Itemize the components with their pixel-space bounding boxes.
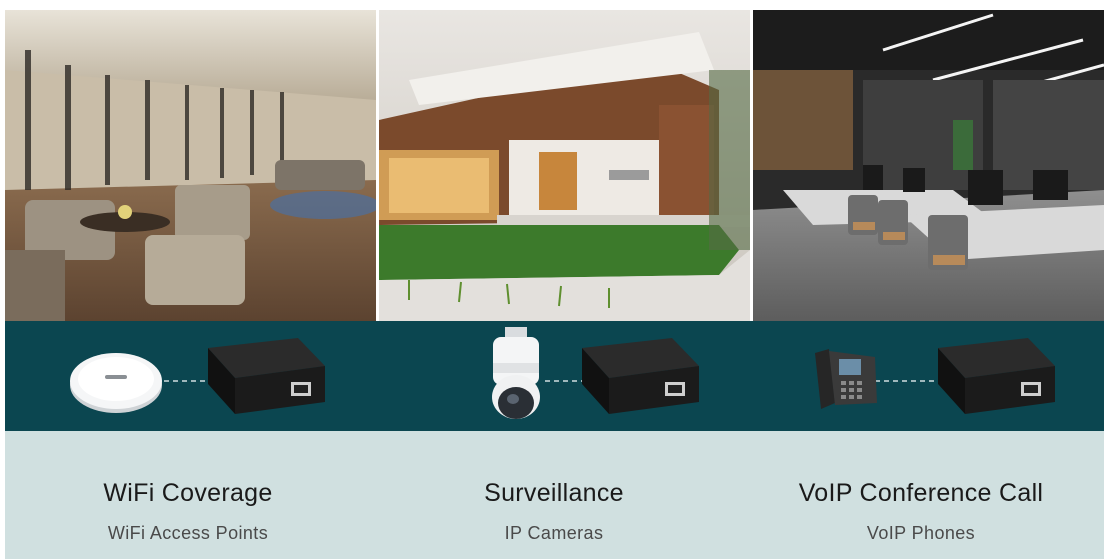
poe-injector-icon [582,338,699,414]
scene-title: Surveillance [484,479,624,507]
modern-house-photo [379,10,750,321]
scene-subtitle: WiFi Access Points [107,523,269,543]
access-point-icon [70,353,162,413]
scene-title: VoIP Conference Call [798,479,1044,507]
poe-injector-icon [938,338,1055,414]
desk-phone-icon [815,349,877,409]
hotel-lobby-photo [5,10,376,321]
office-photo [753,10,1104,321]
dome-camera-icon [492,327,540,419]
scene-subtitle: VoIP Phones [866,523,976,543]
caption-strip: WiFi Coverage WiFi Access Points Surveil… [5,431,1104,559]
poe-injector-icon [208,338,325,414]
scene-subtitle: IP Cameras [504,523,604,543]
scene-photos [5,10,1104,321]
device-band [5,321,1104,431]
scene-title: WiFi Coverage [103,479,273,507]
